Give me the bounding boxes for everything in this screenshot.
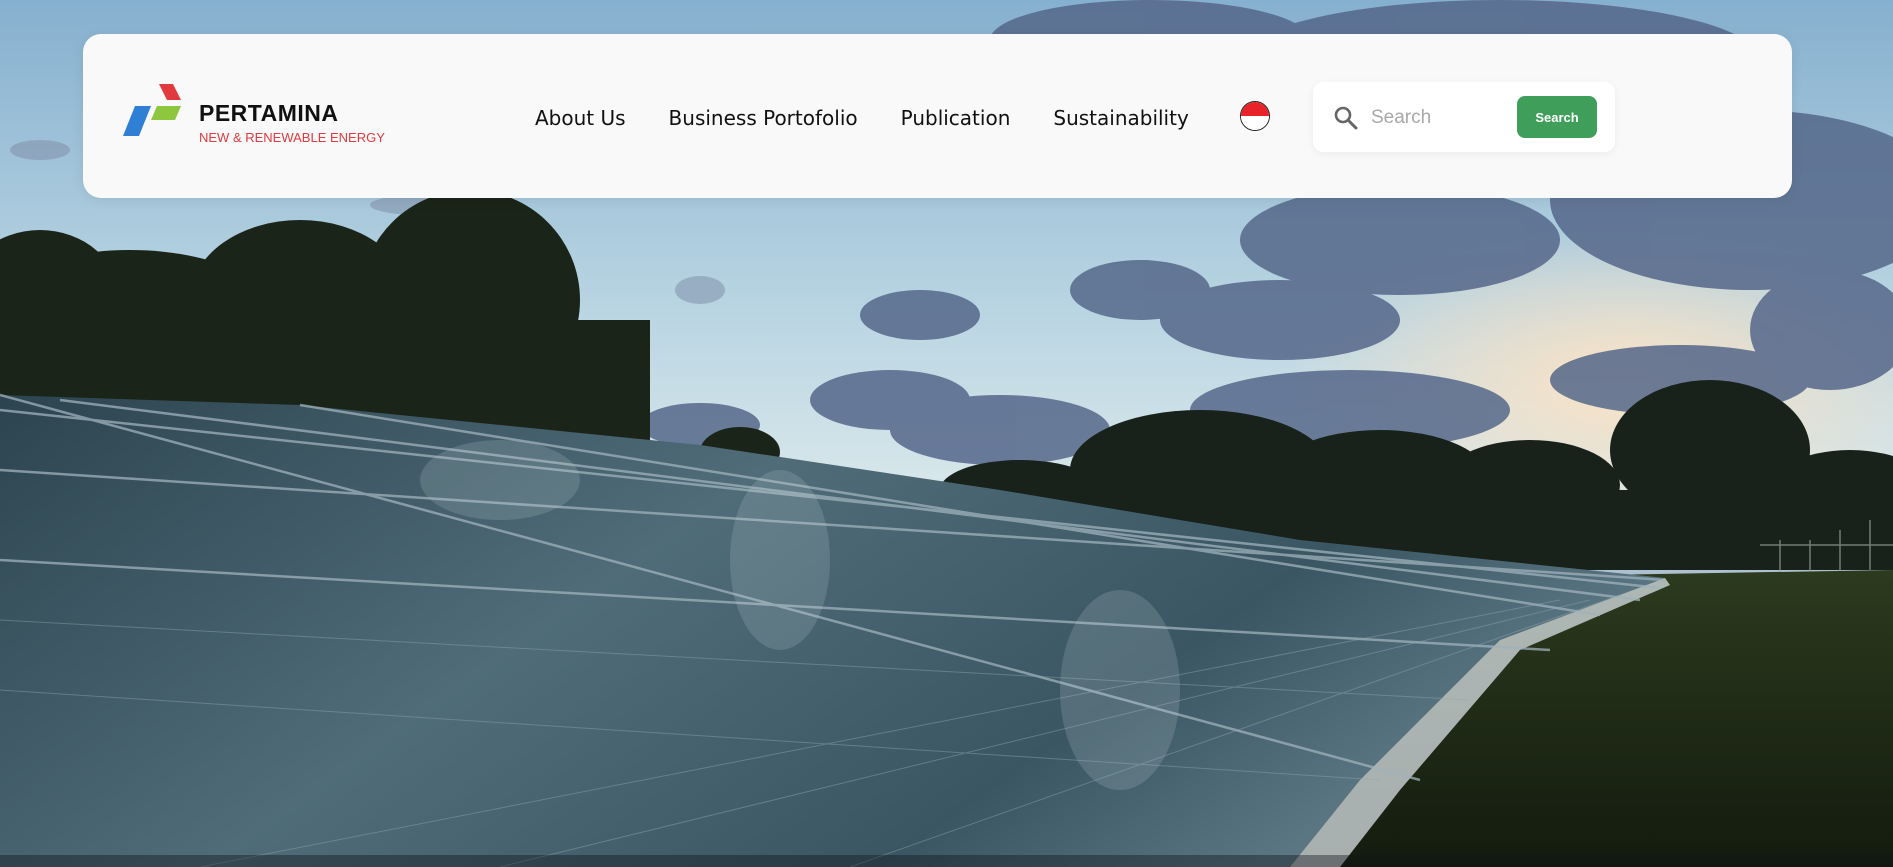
nav-item-about-us[interactable]: About Us <box>535 100 626 136</box>
logo-tagline: NEW & RENEWABLE ENERGY <box>199 130 385 145</box>
company-logo[interactable]: PERTAMINA NEW & RENEWABLE ENERGY <box>121 84 391 154</box>
pertamina-logo-icon <box>123 84 181 136</box>
search-button[interactable]: Search <box>1517 96 1597 138</box>
top-navigation-bar: PERTAMINA NEW & RENEWABLE ENERGY About U… <box>83 34 1792 198</box>
search-input[interactable] <box>1369 99 1513 137</box>
nav-item-publication[interactable]: Publication <box>901 100 1011 136</box>
main-menu: About Us Business Portofolio Publication… <box>535 100 1189 136</box>
search-box: Search <box>1313 82 1615 152</box>
indonesia-flag-icon[interactable] <box>1240 101 1270 131</box>
logo-name: PERTAMINA <box>199 100 339 126</box>
nav-item-sustainability[interactable]: Sustainability <box>1053 100 1188 136</box>
flag-white-stripe <box>1241 116 1269 130</box>
flag-red-stripe <box>1241 102 1269 116</box>
search-icon <box>1334 106 1358 130</box>
nav-item-business-portofolio[interactable]: Business Portofolio <box>669 100 858 136</box>
